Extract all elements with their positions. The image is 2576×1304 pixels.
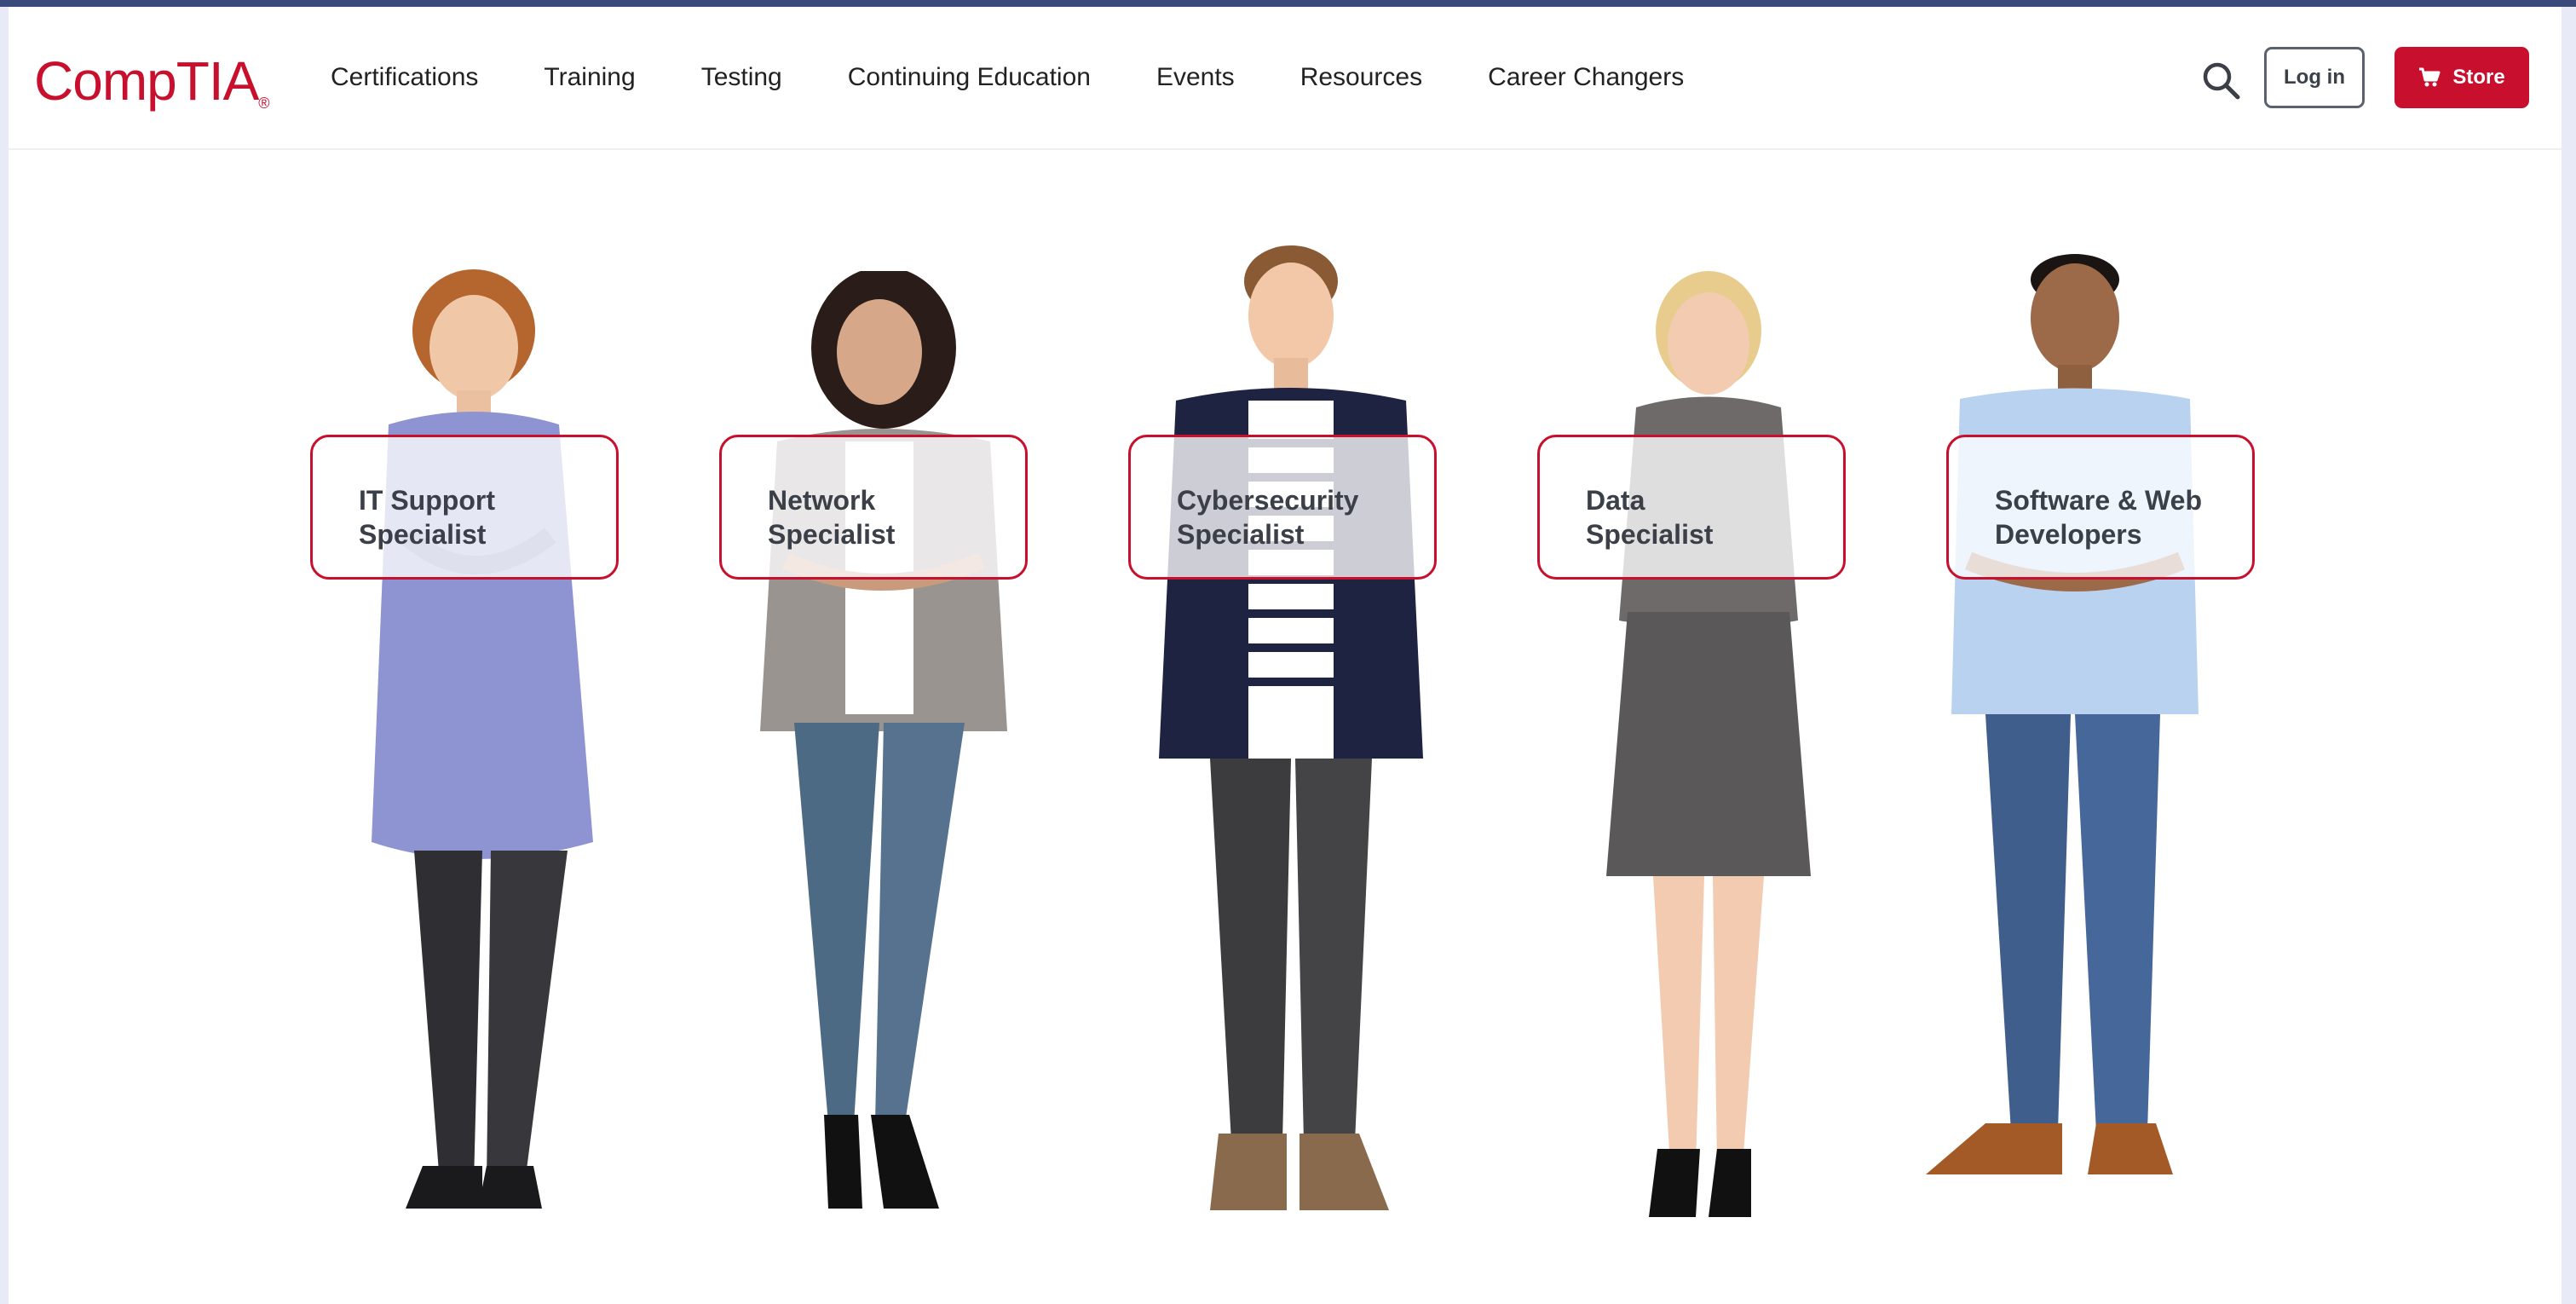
login-label: Log in	[2284, 66, 2345, 89]
career-card-line2: Specialist	[1177, 519, 1305, 550]
career-card-line2: Developers	[1995, 519, 2142, 550]
person-photo-data	[1606, 271, 1811, 1217]
nav-events[interactable]: Events	[1156, 63, 1235, 92]
career-card-software-web[interactable]: Software & Web Developers	[1946, 435, 2255, 580]
nav-testing[interactable]: Testing	[701, 63, 782, 92]
person-photo-software-web	[1926, 254, 2199, 1174]
person-photo-network	[760, 271, 1007, 1209]
career-card-line1: Network	[768, 485, 876, 516]
search-icon[interactable]	[2200, 60, 2241, 101]
career-card-it-support[interactable]: IT Support Specialist	[310, 435, 619, 580]
store-button[interactable]: Store	[2394, 47, 2529, 108]
nav-certifications[interactable]: Certifications	[331, 63, 478, 92]
nav-continuing-education[interactable]: Continuing Education	[848, 63, 1091, 92]
career-card-line1: Cybersecurity	[1177, 485, 1359, 516]
login-button[interactable]: Log in	[2264, 47, 2365, 108]
career-card-line1: Data	[1586, 485, 1645, 516]
career-card-line2: Specialist	[1586, 519, 1714, 550]
main-nav: Certifications Training Testing Continui…	[331, 7, 1749, 148]
career-card-data[interactable]: Data Specialist	[1537, 435, 1846, 580]
nav-resources[interactable]: Resources	[1300, 63, 1422, 92]
career-card-line2: Specialist	[768, 519, 896, 550]
person-photo-cybersecurity	[1159, 245, 1423, 1210]
career-card-cybersecurity[interactable]: Cybersecurity Specialist	[1128, 435, 1437, 580]
cart-icon	[2419, 67, 2441, 87]
career-card-line1: Software & Web	[1995, 485, 2202, 516]
person-photo-it-support	[372, 269, 593, 1209]
logo-registered: ®	[258, 95, 269, 112]
store-label: Store	[2452, 66, 2505, 89]
nav-training[interactable]: Training	[544, 63, 635, 92]
page: CompTIA® Certifications Training Testing…	[9, 7, 2562, 1304]
career-card-line2: Specialist	[359, 519, 487, 550]
browser-top-bar	[0, 0, 2576, 7]
career-card-network[interactable]: Network Specialist	[719, 435, 1028, 580]
comptia-logo[interactable]: CompTIA®	[34, 49, 270, 113]
site-header: CompTIA® Certifications Training Testing…	[9, 7, 2562, 150]
career-card-line1: IT Support	[359, 485, 495, 516]
nav-career-changers[interactable]: Career Changers	[1488, 63, 1684, 92]
logo-text: CompTIA	[34, 50, 259, 112]
